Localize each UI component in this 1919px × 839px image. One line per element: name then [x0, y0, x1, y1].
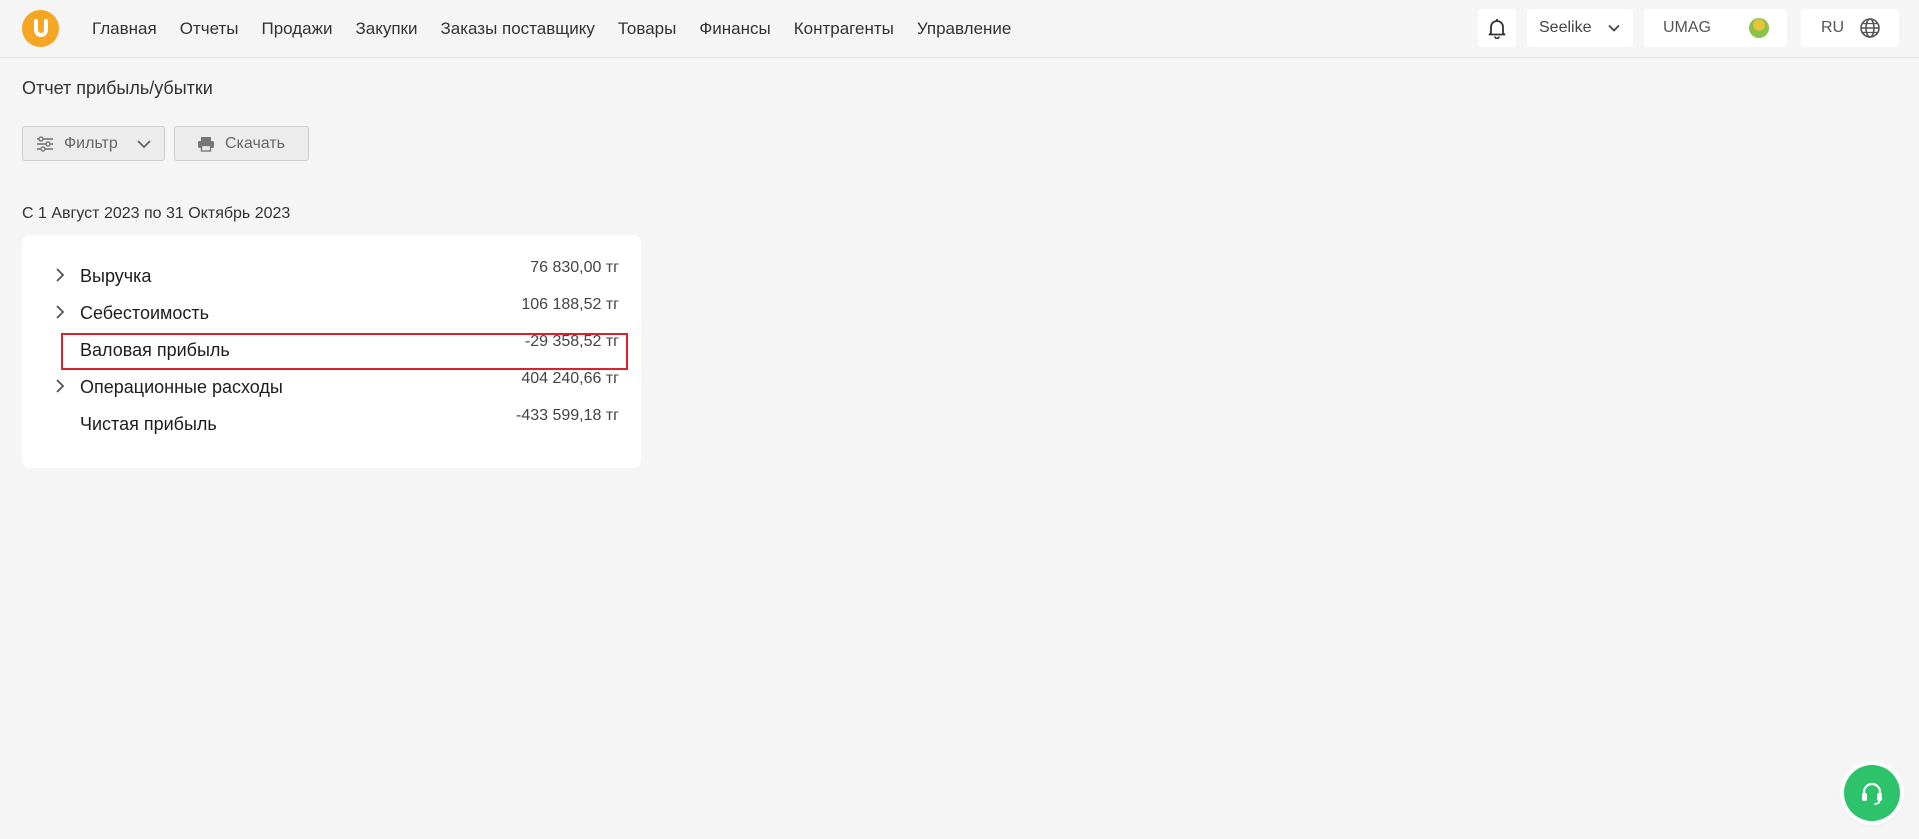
- report-row-operating-expenses: Операционные расходы 404 240,66 тг: [22, 370, 641, 407]
- report-row-label: Операционные расходы: [80, 377, 283, 397]
- filter-button[interactable]: Фильтр: [22, 126, 165, 161]
- language-select[interactable]: RU: [1801, 9, 1899, 47]
- account-name: UMAG: [1663, 19, 1711, 36]
- report-row-label: Чистая прибыль: [80, 414, 217, 434]
- report-period: С 1 Август 2023 по 31 Октябрь 2023: [22, 205, 291, 222]
- download-button[interactable]: Скачать: [174, 126, 309, 161]
- headset-icon: [1862, 782, 1882, 805]
- report-row-label: Выручка: [80, 266, 152, 286]
- nav-item-counterparties[interactable]: Контрагенты: [794, 19, 894, 39]
- store-select[interactable]: Seelike: [1527, 9, 1633, 47]
- chevron-right-icon[interactable]: [51, 303, 69, 321]
- report-row-label: Себестоимость: [80, 303, 210, 323]
- filter-button-label: Фильтр: [64, 134, 118, 152]
- nav-item-management[interactable]: Управление: [917, 19, 1012, 39]
- nav-item-reports[interactable]: Отчеты: [180, 19, 239, 39]
- report-row-cost: Себестоимость 106 188,52 тг: [22, 296, 641, 333]
- nav-item-purchases[interactable]: Закупки: [355, 19, 417, 39]
- globe-icon: [1860, 18, 1880, 38]
- notifications-button[interactable]: [1478, 9, 1516, 47]
- nav-item-finance[interactable]: Финансы: [699, 19, 770, 39]
- page-title: Отчет прибыль/убытки: [22, 78, 213, 98]
- nav-item-sales[interactable]: Продажи: [261, 19, 332, 39]
- language-value: RU: [1821, 19, 1845, 36]
- report-row-net-profit: Чистая прибыль -433 599,18 тг: [22, 407, 641, 444]
- account-menu[interactable]: UMAG: [1644, 9, 1787, 47]
- highlight-box: [61, 333, 628, 370]
- report-row-value: 106 188,52 тг: [521, 296, 619, 313]
- filter-icon: [37, 135, 53, 152]
- bell-icon: [1488, 19, 1506, 39]
- logo-icon[interactable]: [22, 10, 59, 47]
- top-bar: Главная Отчеты Продажи Закупки Заказы по…: [0, 0, 1919, 58]
- printer-icon: [198, 136, 214, 152]
- store-select-value: Seelike: [1539, 19, 1592, 36]
- nav-item-home[interactable]: Главная: [92, 19, 157, 39]
- chevron-down-icon: [137, 140, 151, 149]
- report-row-value: -433 599,18 тг: [515, 407, 619, 424]
- chevron-right-icon[interactable]: [51, 266, 69, 284]
- support-chat-button[interactable]: [1844, 765, 1900, 821]
- chevron-right-icon[interactable]: [51, 377, 69, 395]
- main-nav: Главная Отчеты Продажи Закупки Заказы по…: [92, 0, 1034, 58]
- download-button-label: Скачать: [225, 134, 285, 152]
- report-row-revenue: Выручка 76 830,00 тг: [22, 259, 641, 296]
- chevron-down-icon: [1608, 24, 1620, 32]
- report-row-value: 404 240,66 тг: [521, 370, 619, 387]
- report-row-value: 76 830,00 тг: [530, 259, 619, 276]
- avatar-icon: [1749, 18, 1769, 38]
- nav-item-products[interactable]: Товары: [618, 19, 676, 39]
- nav-item-supplier-orders[interactable]: Заказы поставщику: [440, 19, 594, 39]
